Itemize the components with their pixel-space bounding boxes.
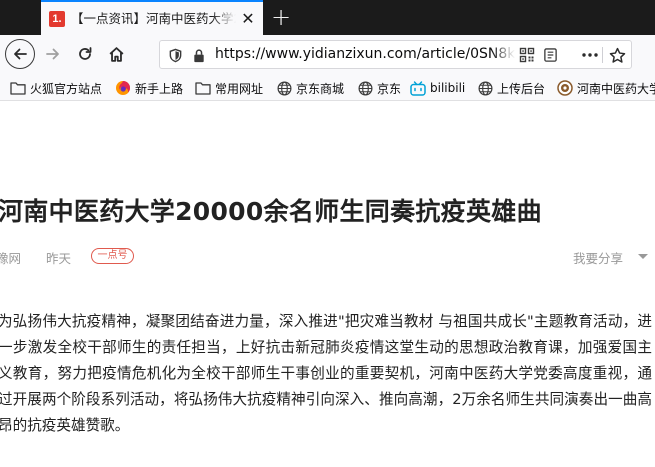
bookmark-label: bilibili: [430, 81, 466, 95]
tab-title: 【一点资讯】河南中医药大学2: [71, 11, 236, 26]
page-actions-menu-icon[interactable]: [581, 46, 599, 64]
globe-icon: [477, 80, 493, 96]
reload-icon: [79, 47, 92, 60]
tracking-protection-shield-icon[interactable]: [166, 46, 184, 64]
bookmark-item[interactable]: 新手上路: [115, 79, 183, 97]
forward-arrow-icon: [46, 48, 59, 60]
tab-close-icon[interactable]: ✕: [239, 10, 257, 28]
bookmark-label: 火狐官方站点: [30, 81, 103, 96]
share-button[interactable]: 我要分享: [573, 248, 623, 267]
article-source[interactable]: 豫网: [0, 248, 21, 267]
urlbar-separator: [602, 47, 603, 63]
reload-button[interactable]: [71, 40, 99, 68]
globe-icon: [276, 80, 292, 96]
reader-view-icon[interactable]: [541, 46, 559, 64]
folder-icon: [195, 80, 211, 96]
qr-code-icon[interactable]: [518, 46, 536, 64]
forward-button[interactable]: [39, 40, 67, 68]
back-arrow-icon: [14, 48, 27, 60]
bilibili-icon: [410, 80, 426, 96]
firefox-icon: [115, 80, 131, 96]
article-headline: 河南中医药大学20000余名师生同奏抗疫英雄曲: [0, 197, 542, 226]
url-text[interactable]: https://www.yidianzixun.com/article/0SN8…: [215, 41, 515, 68]
chevron-down-icon[interactable]: [638, 254, 648, 259]
article-body: 为弘扬伟大抗疫精神，凝聚团结奋进力量，深入推进"把灾难当教材 与祖国共成长"主题…: [0, 313, 652, 434]
navigation-toolbar: https://www.yidianzixun.com/article/0SN8…: [0, 35, 655, 74]
site-favicon-icon: 1.: [49, 11, 65, 27]
folder-icon: [10, 80, 26, 96]
bookmark-label: 常用网址: [215, 81, 264, 96]
bookmarks-toolbar: 火狐官方站点 新手上路 常用网址 京东商城 京东 bilibili 上传后台 河…: [0, 74, 655, 101]
yidianhao-badge: 一点号: [91, 248, 134, 264]
bookmark-label: 河南中医药大学: [577, 81, 655, 96]
bookmark-label: 京东商城: [296, 81, 345, 96]
bookmark-item[interactable]: 京东商城: [276, 79, 344, 97]
bookmark-label: 上传后台: [497, 81, 546, 96]
lock-icon[interactable]: [190, 46, 208, 64]
home-button[interactable]: [102, 40, 130, 68]
bookmark-label: 新手上路: [135, 81, 184, 96]
new-tab-button[interactable]: +: [268, 3, 294, 31]
back-button[interactable]: [5, 39, 35, 69]
bookmark-item[interactable]: 京东: [357, 79, 401, 97]
article-content: 河南中医药大学20000余名师生同奏抗疫英雄曲 豫网 昨天 一点号 我要分享 为…: [0, 101, 655, 467]
bookmark-item[interactable]: 常用网址: [195, 79, 263, 97]
bookmark-item[interactable]: 上传后台: [477, 79, 545, 97]
bookmark-label: 京东: [377, 81, 402, 96]
active-tab[interactable]: 1. 【一点资讯】河南中医药大学2 ✕: [41, 0, 263, 35]
article-time: 昨天: [46, 251, 72, 266]
globe-icon: [357, 80, 373, 96]
home-icon: [109, 46, 123, 62]
bookmark-item[interactable]: bilibili: [410, 79, 465, 97]
bookmark-item[interactable]: 河南中医药大学: [557, 79, 655, 97]
bookmark-star-icon[interactable]: [608, 46, 626, 64]
university-seal-icon: [557, 80, 573, 96]
tab-strip: 1. 【一点资讯】河南中医药大学2 ✕ +: [0, 0, 655, 35]
bookmark-item[interactable]: 火狐官方站点: [10, 79, 102, 97]
url-bar[interactable]: https://www.yidianzixun.com/article/0SN8…: [159, 40, 632, 69]
